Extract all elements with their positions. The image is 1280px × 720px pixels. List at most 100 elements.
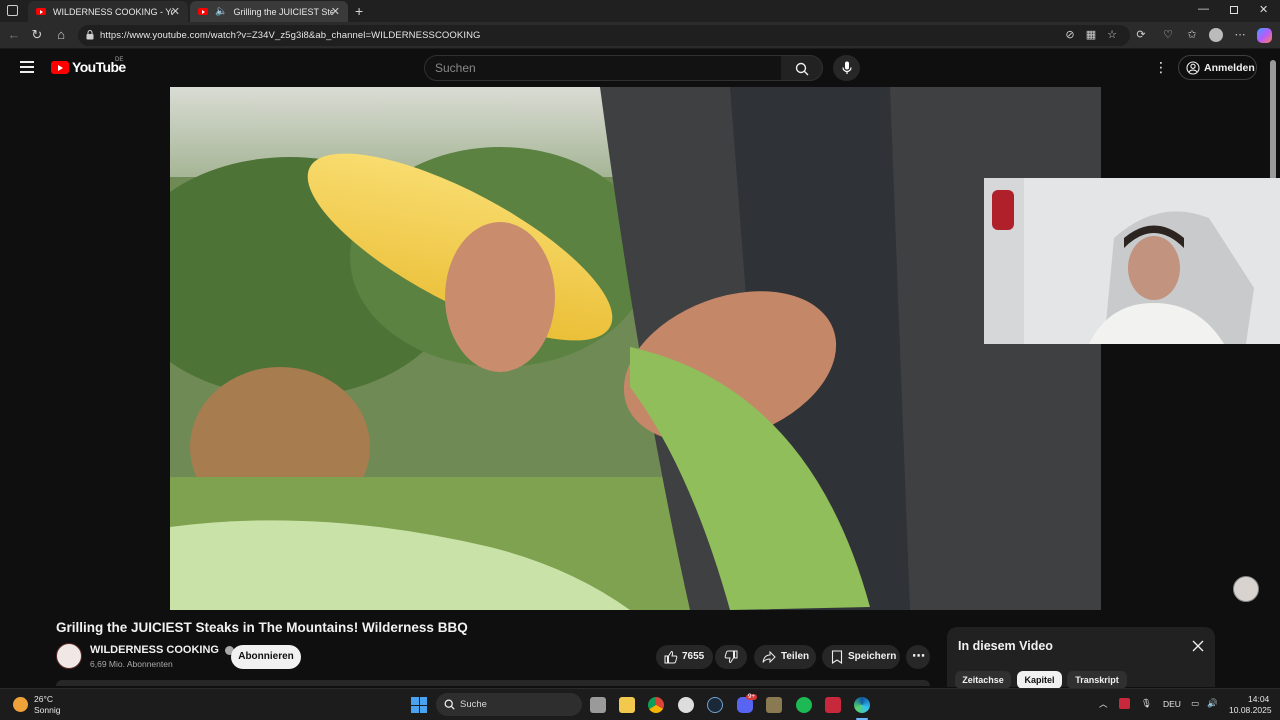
clock-time[interactable]: 14:04 — [1248, 694, 1269, 704]
signin-button[interactable]: Anmelden — [1178, 55, 1257, 80]
input-language[interactable]: DEU — [1163, 699, 1181, 709]
video-frame-corn-husking — [170, 87, 1101, 610]
browser-address-bar: ← ↻ ⌂ https://www.youtube.com/watch?v=Z3… — [0, 22, 1280, 49]
more-horizontal-icon: ⋯ — [912, 648, 925, 663]
chatgpt-icon[interactable] — [678, 697, 694, 713]
clock-date[interactable]: 10.08.2025 — [1229, 705, 1272, 715]
save-button[interactable]: Speichern — [822, 645, 900, 669]
hamburger-menu-icon[interactable] — [20, 61, 34, 73]
settings-more-icon[interactable]: ⋮ — [1154, 59, 1168, 76]
file-explorer-icon[interactable] — [619, 697, 635, 713]
video-player[interactable] — [170, 87, 1101, 610]
search-button[interactable] — [781, 55, 823, 81]
subscriber-count: 6,69 Mio. Abonnenten — [90, 659, 173, 669]
task-view-icon[interactable] — [590, 697, 606, 713]
display-tray-icon[interactable]: ▭ — [1191, 698, 1199, 709]
url-text: https://www.youtube.com/watch?v=Z34V_z5g… — [100, 30, 481, 41]
microphone-icon — [842, 61, 852, 74]
weather-temperature[interactable]: 26°C — [34, 694, 53, 704]
share-label: Teilen — [781, 651, 810, 662]
signin-label: Anmelden — [1204, 62, 1255, 74]
search-box[interactable] — [424, 55, 782, 81]
scrollbar-thumb[interactable] — [1270, 60, 1276, 180]
extensions-icon[interactable]: ⟳ — [1133, 27, 1149, 43]
reload-icon[interactable]: ↻ — [29, 27, 45, 43]
edge-icon[interactable] — [854, 697, 870, 713]
back-icon[interactable]: ← — [6, 27, 22, 43]
close-icon[interactable] — [1191, 639, 1205, 653]
tray-chevron-icon[interactable]: ︿ — [1099, 698, 1108, 710]
more-menu-icon[interactable]: ⋯ — [1232, 27, 1248, 43]
browser-essentials-icon[interactable]: ♡ — [1160, 27, 1176, 43]
tab-wilderness-cooking[interactable]: WILDERNESS COOKING - YouTube ✕ — [28, 1, 188, 22]
dislike-button[interactable] — [715, 645, 747, 669]
voice-search-button[interactable] — [833, 55, 860, 81]
video-title: Grilling the JUICIEST Steaks in The Moun… — [56, 620, 468, 635]
app-icon[interactable] — [766, 697, 782, 713]
reading-view-icon[interactable]: ▦ — [1083, 27, 1099, 43]
channel-name-text: WILDERNESS COOKING — [90, 644, 219, 656]
like-button[interactable]: 7655 — [656, 645, 713, 669]
like-count: 7655 — [682, 651, 705, 662]
search-input[interactable] — [435, 56, 765, 80]
account-icon — [1186, 61, 1200, 75]
favorite-star-icon[interactable]: ☆ — [1104, 27, 1120, 43]
close-window-button[interactable]: ✕ — [1259, 3, 1268, 16]
home-icon[interactable]: ⌂ — [53, 27, 69, 43]
microphone-tray-icon[interactable]: 🎙 — [1141, 698, 1152, 709]
new-tab-button[interactable]: + — [355, 3, 363, 19]
maximize-button[interactable] — [1230, 6, 1238, 14]
windows-start-icon[interactable] — [411, 697, 427, 713]
browser-tab-bar: WILDERNESS COOKING - YouTube ✕ 🔈 Grillin… — [0, 0, 1280, 22]
youtube-header: YouTube DE ⋮ Anmelden — [0, 50, 1268, 86]
weather-description[interactable]: Sonnig — [34, 705, 60, 715]
taskbar-search-label: Suche — [460, 699, 487, 710]
lock-icon — [86, 30, 94, 40]
tab-label: Grilling the JUICIEST Steaks in — [233, 6, 334, 17]
tab-label: WILDERNESS COOKING - YouTube — [53, 6, 173, 17]
profile-avatar[interactable] — [1209, 28, 1223, 42]
subscribe-button[interactable]: Abonnieren — [231, 645, 301, 669]
more-actions-button[interactable]: ⋯ — [906, 645, 930, 669]
chip-kapitel[interactable]: Kapitel — [1017, 671, 1062, 689]
favorites-icon[interactable]: ✩ — [1184, 27, 1200, 43]
url-field[interactable]: https://www.youtube.com/watch?v=Z34V_z5g… — [78, 25, 1130, 46]
speaker-icon[interactable]: 🔈 — [215, 6, 227, 17]
chapters-panel: In diesem Video Zeitachse Kapitel Transk… — [947, 627, 1215, 689]
volume-tray-icon[interactable]: 🔊 — [1207, 698, 1218, 709]
share-icon — [762, 650, 776, 664]
youtube-logo-icon[interactable] — [51, 61, 69, 74]
chip-zeitachse[interactable]: Zeitachse — [955, 671, 1011, 689]
tab-actions-icon[interactable] — [7, 5, 18, 16]
redbolt-app-icon[interactable] — [825, 697, 841, 713]
webcam-overlay — [984, 178, 1280, 344]
search-icon — [795, 62, 809, 76]
description-box[interactable] — [56, 680, 930, 686]
translate-icon[interactable]: ⊘ — [1062, 27, 1078, 43]
country-code: DE — [115, 57, 124, 63]
save-label: Speichern — [848, 651, 897, 662]
copilot-icon[interactable] — [1257, 28, 1272, 43]
minimize-button[interactable]: — — [1198, 3, 1209, 15]
steam-icon[interactable] — [707, 697, 723, 713]
windows-taskbar: 26°C Sonnig Suche 9+ ︿ 🎙 DEU ▭ 🔊 14:04 1… — [0, 688, 1280, 720]
chip-transkript[interactable]: Transkript — [1067, 671, 1127, 689]
tray-app-icon[interactable] — [1119, 698, 1130, 709]
panel-title: In diesem Video — [958, 639, 1053, 653]
tab-grilling-steaks[interactable]: 🔈 Grilling the JUICIEST Steaks in ✕ — [190, 1, 348, 22]
share-button[interactable]: Teilen — [754, 645, 816, 669]
channel-name[interactable]: WILDERNESS COOKING — [90, 644, 235, 656]
page-scrollbar[interactable] — [1268, 50, 1280, 686]
tab-close-icon[interactable]: ✕ — [171, 5, 180, 18]
thumbs-down-icon — [724, 650, 738, 664]
chrome-icon[interactable] — [648, 697, 664, 713]
thumbs-up-icon — [664, 650, 678, 664]
channel-avatar[interactable] — [56, 643, 82, 669]
tab-close-icon[interactable]: ✕ — [331, 5, 340, 18]
taskbar-search[interactable]: Suche — [436, 693, 582, 716]
weather-sun-icon[interactable] — [13, 697, 28, 712]
channel-watermark-avatar[interactable] — [1233, 576, 1259, 602]
webcam-feed — [984, 178, 1280, 344]
search-icon — [444, 699, 455, 710]
spotify-icon[interactable] — [796, 697, 812, 713]
